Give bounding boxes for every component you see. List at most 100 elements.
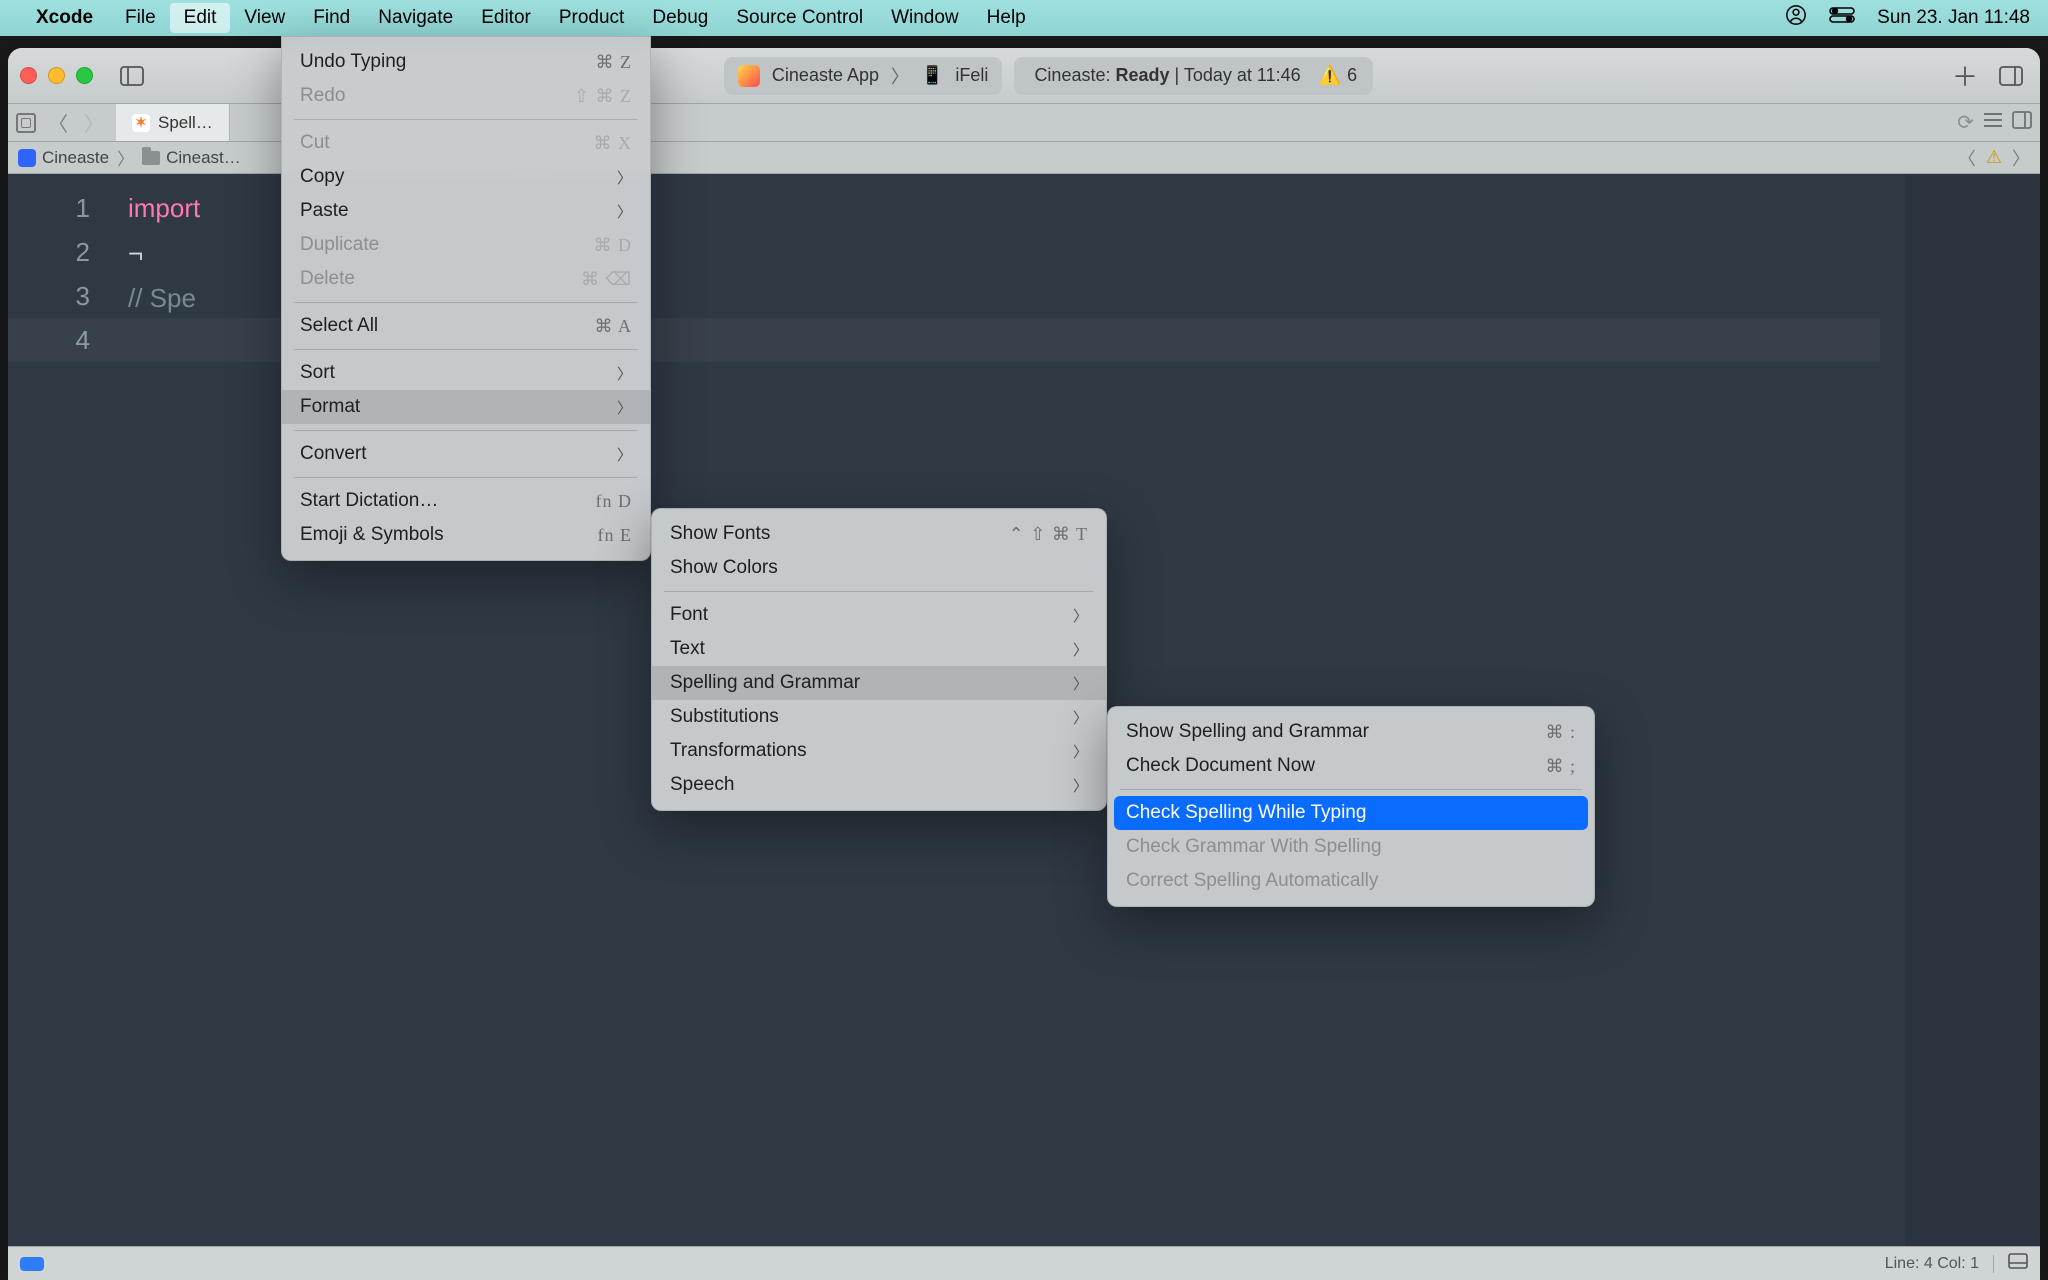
related-items-icon[interactable]	[16, 113, 36, 133]
menu-copy[interactable]: Copy〉	[282, 160, 650, 194]
window-minimize-button[interactable]	[48, 67, 65, 84]
menu-font[interactable]: Font〉	[652, 598, 1106, 632]
project-icon	[18, 149, 36, 167]
editor-lines-icon[interactable]	[1982, 111, 2004, 134]
menu-duplicate[interactable]: Duplicate⌘ D	[282, 228, 650, 262]
toggle-debug-area-button[interactable]	[2008, 1253, 2028, 1274]
chevron-right-icon: 〉	[891, 63, 909, 89]
nav-back-button[interactable]: 〈	[44, 108, 72, 137]
menu-delete[interactable]: Delete⌘ ⌫	[282, 262, 650, 296]
user-icon[interactable]	[1785, 4, 1807, 32]
menu-sort[interactable]: Sort〉	[282, 356, 650, 390]
swift-file-icon: ✶	[132, 114, 150, 132]
scheme-dest-label: iFeli	[955, 65, 988, 86]
activity-status[interactable]: Cineaste: Ready | Today at 11:46 ⚠️ 6	[1014, 57, 1373, 95]
chevron-right-icon: 〉	[1073, 673, 1088, 694]
macos-menubar: Xcode File Edit View Find Navigate Edito…	[0, 0, 2048, 36]
menu-check-while-typing[interactable]: Check Spelling While Typing	[1114, 796, 1588, 830]
menu-show-spelling[interactable]: Show Spelling and Grammar⌘ :	[1108, 715, 1594, 749]
menubar-clock[interactable]: Sun 23. Jan 11:48	[1877, 7, 2030, 29]
status-sep: |	[1170, 65, 1184, 85]
window-zoom-button[interactable]	[76, 67, 93, 84]
control-center-icon[interactable]	[1829, 6, 1855, 30]
window-close-button[interactable]	[20, 67, 37, 84]
menu-show-fonts[interactable]: Show Fonts⌃ ⇧ ⌘ T	[652, 517, 1106, 551]
format-submenu: Show Fonts⌃ ⇧ ⌘ T Show Colors Font〉 Text…	[651, 508, 1107, 811]
edit-menu-dropdown: Undo Typing⌘ Z Redo⇧ ⌘ Z Cut⌘ X Copy〉 Pa…	[281, 36, 651, 561]
menu-text[interactable]: Text〉	[652, 632, 1106, 666]
menu-dictation[interactable]: Start Dictation…fn D	[282, 484, 650, 518]
chevron-right-icon: 〉	[1073, 775, 1088, 796]
chevron-right-icon: 〉	[1073, 741, 1088, 762]
library-plus-button[interactable]: ＋	[1948, 61, 1982, 91]
status-time: Today at 11:46	[1184, 65, 1301, 85]
chevron-right-icon: 〉	[1073, 639, 1088, 660]
menu-product[interactable]: Product	[545, 3, 638, 33]
warnings-badge[interactable]: ⚠️ 6	[1319, 65, 1357, 86]
jumpbar-project: Cineaste	[42, 148, 109, 168]
chevron-right-icon: 〉	[617, 397, 632, 418]
code-keyword: import	[128, 193, 200, 223]
editor-layout-icon[interactable]	[2012, 111, 2032, 134]
toggle-inspectors-button[interactable]	[1994, 61, 2028, 91]
chevron-right-icon: 〉	[117, 145, 134, 170]
menubar-app-name[interactable]: Xcode	[36, 7, 93, 29]
chevron-right-icon: 〉	[617, 167, 632, 188]
scheme-selector[interactable]: Cineaste App 〉 📱 iFeli	[724, 57, 1003, 95]
menu-help[interactable]: Help	[973, 3, 1040, 33]
status-text: Cineaste: Ready | Today at 11:46	[1034, 65, 1300, 86]
scheme-app-icon	[738, 65, 760, 87]
scheme-app-label: Cineaste App	[772, 65, 879, 86]
nav-forward-button[interactable]: 〉	[80, 108, 108, 137]
menu-edit[interactable]: Edit	[170, 3, 231, 33]
divider	[1993, 1255, 1994, 1273]
warnings-count: 6	[1347, 65, 1357, 86]
status-prefix: Cineaste:	[1034, 65, 1115, 85]
menu-file[interactable]: File	[111, 3, 170, 33]
refresh-icon[interactable]: ⟳	[1957, 110, 1974, 135]
menu-check-now[interactable]: Check Document Now⌘ ;	[1108, 749, 1594, 783]
warning-icon: ⚠️	[1319, 65, 1341, 86]
menu-navigate[interactable]: Navigate	[364, 3, 467, 33]
menubar-right: Sun 23. Jan 11:48	[1785, 4, 2030, 32]
debug-indicator-icon[interactable]	[20, 1257, 44, 1271]
menu-format[interactable]: Format〉	[282, 390, 650, 424]
phone-icon: 📱	[921, 65, 943, 86]
menu-undo[interactable]: Undo Typing⌘ Z	[282, 45, 650, 79]
code-comment: // Spe	[128, 283, 196, 313]
menu-paste[interactable]: Paste〉	[282, 194, 650, 228]
menu-view[interactable]: View	[230, 3, 299, 33]
menu-substitutions[interactable]: Substitutions〉	[652, 700, 1106, 734]
status-state: Ready	[1115, 65, 1169, 85]
menu-emoji[interactable]: Emoji & Symbolsfn E	[282, 518, 650, 552]
menu-editor[interactable]: Editor	[467, 3, 545, 33]
menu-debug[interactable]: Debug	[638, 3, 722, 33]
menu-convert[interactable]: Convert〉	[282, 437, 650, 471]
menu-speech[interactable]: Speech〉	[652, 768, 1106, 802]
jumpbar-prev-icon[interactable]: 〈	[1958, 145, 1976, 171]
menu-window[interactable]: Window	[877, 3, 973, 33]
jumpbar-next-icon[interactable]: 〉	[2012, 145, 2030, 171]
menu-correct-auto[interactable]: Correct Spelling Automatically	[1108, 864, 1594, 898]
chevron-right-icon: 〉	[1073, 707, 1088, 728]
line-number: 3	[8, 274, 90, 318]
menu-transformations[interactable]: Transformations〉	[652, 734, 1106, 768]
warning-icon[interactable]: ⚠	[1986, 147, 2002, 168]
menu-spelling-grammar[interactable]: Spelling and Grammar〉	[652, 666, 1106, 700]
spelling-submenu: Show Spelling and Grammar⌘ : Check Docum…	[1107, 706, 1595, 907]
menu-find[interactable]: Find	[299, 3, 364, 33]
line-number: 2	[8, 230, 90, 274]
menu-redo[interactable]: Redo⇧ ⌘ Z	[282, 79, 650, 113]
menu-select-all[interactable]: Select All⌘ A	[282, 309, 650, 343]
menu-source-control[interactable]: Source Control	[722, 3, 877, 33]
folder-icon	[142, 151, 160, 165]
menu-check-grammar[interactable]: Check Grammar With Spelling	[1108, 830, 1594, 864]
tab-title: Spell…	[158, 113, 213, 133]
toggle-navigator-button[interactable]	[115, 61, 149, 91]
menu-show-colors[interactable]: Show Colors	[652, 551, 1106, 585]
line-number: 1	[8, 186, 90, 230]
editor-tab[interactable]: ✶ Spell…	[116, 104, 230, 141]
debug-bar: Line: 4 Col: 1	[8, 1246, 2040, 1280]
minimap[interactable]	[1905, 174, 2040, 1246]
menu-cut[interactable]: Cut⌘ X	[282, 126, 650, 160]
